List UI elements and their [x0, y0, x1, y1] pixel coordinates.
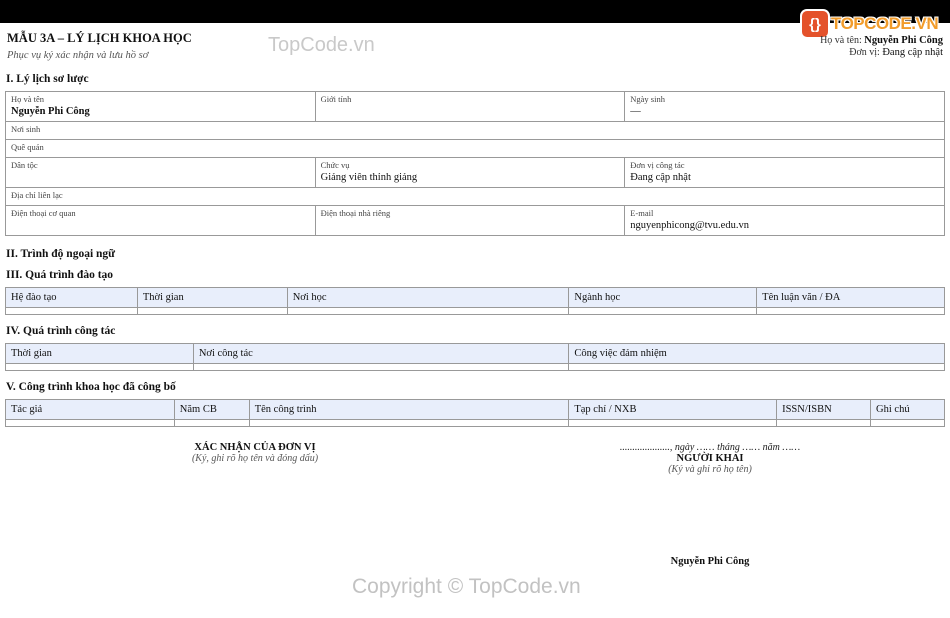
column-header: ISSN/ISBN [776, 399, 872, 420]
section-1-title: I. Lý lịch sơ lược [6, 73, 89, 85]
section-3-title: III. Quá trình đào tạo [6, 269, 114, 281]
field-dob: Ngày sinh — [624, 91, 945, 122]
field-birthplace: Nơi sinh [5, 121, 945, 140]
publications-header-row: Tác giả Năm CB Tên công trình Tạp chí / … [5, 399, 945, 420]
unit-confirmation-block: XÁC NHẬN CỦA ĐƠN VỊ (Ký, ghi rõ họ tên v… [130, 442, 380, 464]
field-email: E-mail nguyenphicong@tvu.edu.vn [624, 205, 945, 236]
column-header: Thời gian [136, 287, 288, 308]
publications-table: Tác giả Năm CB Tên công trình Tạp chí / … [5, 399, 945, 427]
dob-value: — [630, 106, 641, 117]
column-header: Công việc đảm nhiệm [568, 343, 945, 364]
column-header: Ngành học [568, 287, 758, 308]
topcode-logo: {} TOPCODE.VN [802, 10, 939, 38]
watermark-bottom: Copyright © TopCode.vn [352, 575, 581, 598]
work-history-table: Thời gian Nơi công tác Công việc đảm nhi… [5, 343, 945, 371]
unit-confirmation-title: XÁC NHẬN CỦA ĐƠN VỊ [194, 442, 316, 453]
date-line: ...................., ngày …… tháng …… n… [619, 442, 801, 453]
field-home-phone: Điện thoại nhà riêng [314, 205, 626, 236]
table-row [5, 363, 945, 371]
document-title: MẪU 3A – LÝ LỊCH KHOA HỌC [7, 31, 192, 45]
field-position: Chức vụ Giảng viên thỉnh giảng [314, 157, 626, 188]
watermark-top: TopCode.vn [268, 34, 375, 56]
section-4-title: IV. Quá trình công tác [6, 325, 116, 337]
email-value: nguyenphicong@tvu.edu.vn [630, 220, 749, 231]
table-row [5, 307, 945, 315]
header-name-value: Nguyễn Phi Công [864, 35, 943, 46]
position-value: Giảng viên thỉnh giảng [320, 172, 418, 183]
column-header: Tên luận văn / ĐA [756, 287, 945, 308]
column-header: Năm CB [173, 399, 250, 420]
logo-text: TOPCODE.VN [831, 14, 939, 33]
table-row [5, 419, 945, 427]
declarant-title: NGƯỜI KHAI [676, 453, 744, 464]
header-name-label: Họ và tên: [820, 35, 862, 46]
column-header: Thời gian [5, 343, 194, 364]
field-workplace: Đơn vị công tác Đang cập nhật [624, 157, 945, 188]
header-summary: Họ và tên: Nguyễn Phi Công Đơn vị: Đang … [820, 35, 943, 59]
work-header-row: Thời gian Nơi công tác Công việc đảm nhi… [5, 343, 945, 364]
column-header: Tên công trình [248, 399, 570, 420]
training-header-row: Hệ đào tạo Thời gian Nơi học Ngành học T… [5, 287, 945, 308]
declarant-note: (Ký và ghi rõ họ tên) [668, 464, 752, 475]
field-ethnicity: Dân tộc [5, 157, 316, 188]
document-subtitle: Phục vụ ký xác nhận và lưu hồ sơ [7, 50, 149, 61]
column-header: Nơi học [286, 287, 570, 308]
declarant-name-block: Nguyễn Phi Công [560, 556, 860, 567]
field-office-phone: Điện thoại cơ quan [5, 205, 316, 236]
logo-mark-icon: {} [802, 11, 828, 37]
section-2-title: II. Trình độ ngoại ngữ [6, 248, 116, 260]
column-header: Nơi công tác [192, 343, 570, 364]
field-fullname: Họ và tên Nguyễn Phi Công [5, 91, 316, 122]
column-header: Hệ đào tạo [5, 287, 138, 308]
column-header: Ghi chú [870, 399, 945, 420]
fullname-value: Nguyễn Phi Công [11, 106, 90, 117]
personal-info-table: Họ và tên Nguyễn Phi Công Giới tính Ngày… [5, 91, 945, 236]
declarant-block: ...................., ngày …… tháng …… n… [560, 442, 860, 475]
header-unit-value: Đang cập nhật [882, 47, 943, 58]
field-hometown: Quê quán [5, 139, 945, 158]
workplace-value: Đang cập nhật [630, 172, 691, 183]
training-table: Hệ đào tạo Thời gian Nơi học Ngành học T… [5, 287, 945, 315]
field-address: Địa chỉ liên lạc [5, 187, 945, 206]
header-unit-label: Đơn vị: [849, 47, 880, 58]
unit-confirmation-note: (Ký, ghi rõ họ tên và đóng dấu) [191, 453, 319, 464]
column-header: Tạp chí / NXB [568, 399, 778, 420]
field-gender: Giới tính [314, 91, 626, 122]
column-header: Tác giả [5, 399, 175, 420]
declarant-name: Nguyễn Phi Công [670, 556, 750, 567]
section-5-title: V. Công trình khoa học đã công bố [6, 381, 176, 393]
